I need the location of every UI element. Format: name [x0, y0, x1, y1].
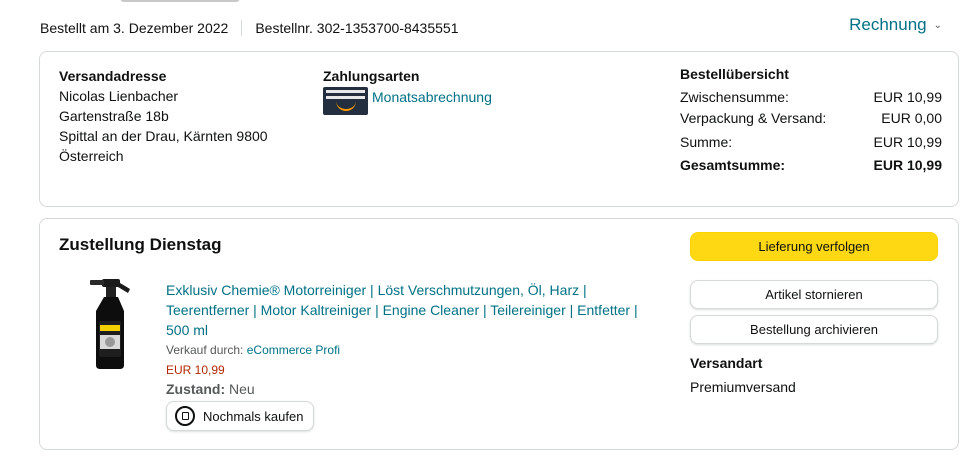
- shipping-address: Versandadresse Nicolas Lienbacher Garten…: [59, 66, 268, 166]
- meta-divider: [241, 20, 243, 36]
- address-line: Gartenstraße 18b: [59, 108, 169, 124]
- payment-methods: Zahlungsarten Monatsabrechnung: [323, 66, 492, 115]
- sold-by: Verkauf durch: eCommerce Profi: [166, 343, 340, 357]
- summary-row-shipping: Verpackung & Versand: EUR 0,00: [680, 107, 942, 128]
- product-title-link[interactable]: Exklusiv Chemie® Motorreiniger | Löst Ve…: [166, 280, 656, 340]
- summary-row-subtotal: Zwischensumme: EUR 10,99: [680, 86, 942, 107]
- buy-again-button[interactable]: Nochmals kaufen: [166, 401, 315, 431]
- invoice-dropdown[interactable]: Rechnung ⌄: [849, 15, 942, 35]
- order-header: Bestellt am 3. Dezember 2022 Bestellnr. …: [0, 0, 966, 56]
- address-line: Österreich: [59, 148, 124, 164]
- order-number: Bestellnr. 302-1353700-8435551: [255, 20, 459, 36]
- payment-method-link[interactable]: Monatsabrechnung: [372, 87, 492, 107]
- summary-label: Gesamtsumme:: [680, 156, 786, 173]
- address-line: Nicolas Lienbacher: [59, 88, 179, 104]
- invoice-label: Rechnung: [849, 15, 927, 34]
- condition-label: Zustand:: [166, 381, 226, 397]
- address-heading: Versandadresse: [59, 68, 167, 84]
- product-image[interactable]: [90, 277, 134, 371]
- cancel-item-button[interactable]: Artikel stornieren: [690, 280, 938, 309]
- product-price: EUR 10,99: [166, 363, 225, 377]
- product-condition: Zustand: Neu: [166, 381, 255, 397]
- condition-value: Neu: [229, 381, 255, 397]
- payment-card-icon: [323, 87, 368, 115]
- shipping-method-value: Premiumversand: [690, 379, 796, 395]
- summary-value: EUR 10,99: [873, 156, 942, 173]
- summary-row-total: Gesamtsumme: EUR 10,99: [680, 154, 942, 175]
- seller-link[interactable]: eCommerce Profi: [247, 343, 340, 357]
- shipping-method-heading: Versandart: [690, 355, 763, 371]
- buy-again-icon: [175, 406, 195, 426]
- sold-by-label: Verkauf durch:: [166, 343, 244, 357]
- page-heading-cutoff: [120, 0, 240, 2]
- buy-again-label: Nochmals kaufen: [203, 408, 304, 424]
- payment-heading: Zahlungsarten: [323, 68, 420, 84]
- delivery-title: Zustellung Dienstag: [59, 235, 222, 254]
- order-info-box: Versandadresse Nicolas Lienbacher Garten…: [39, 51, 959, 207]
- order-summary: Bestellübersicht Zwischensumme: EUR 10,9…: [680, 66, 942, 175]
- summary-value: EUR 0,00: [881, 109, 942, 126]
- order-meta: Bestellt am 3. Dezember 2022 Bestellnr. …: [40, 20, 459, 36]
- chevron-down-icon: ⌄: [933, 19, 942, 31]
- address-line: Spittal an der Drau, Kärnten 9800: [59, 128, 268, 144]
- delivery-box: Zustellung Dienstag Exklusiv Chemie® Mot…: [39, 218, 959, 450]
- summary-value: EUR 10,99: [873, 88, 942, 105]
- summary-label: Verpackung & Versand:: [680, 109, 827, 126]
- summary-value: EUR 10,99: [873, 133, 942, 150]
- summary-row-sum: Summe: EUR 10,99: [680, 131, 942, 152]
- summary-label: Zwischensumme:: [680, 88, 789, 105]
- track-package-button[interactable]: Lieferung verfolgen: [690, 232, 938, 261]
- order-date: Bestellt am 3. Dezember 2022: [40, 20, 229, 36]
- summary-heading: Bestellübersicht: [680, 66, 789, 82]
- archive-order-button[interactable]: Bestellung archivieren: [690, 315, 938, 344]
- summary-label: Summe:: [680, 133, 733, 150]
